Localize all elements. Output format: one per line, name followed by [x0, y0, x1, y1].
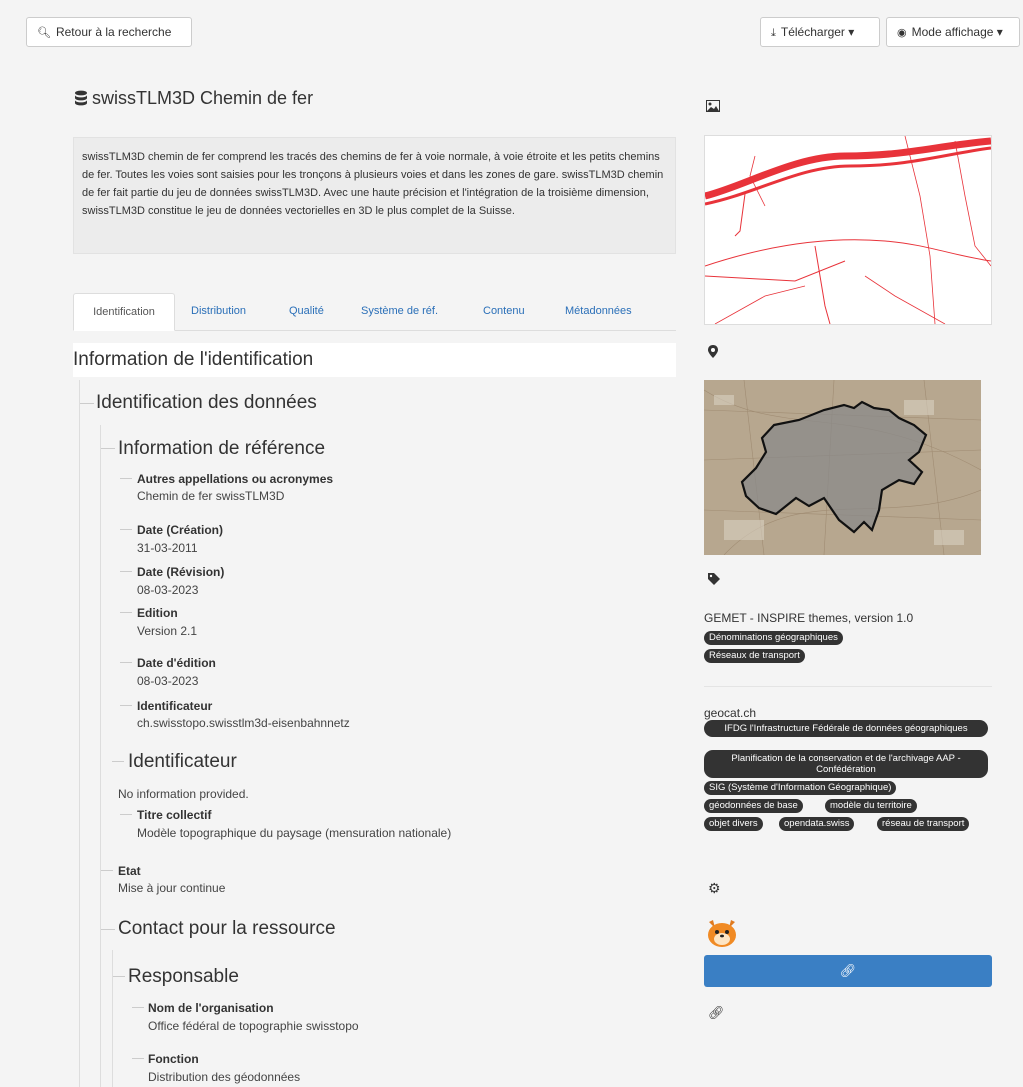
divider: [704, 686, 992, 687]
extent-map[interactable]: [703, 379, 982, 556]
field-value: Office fédéral de topographie swisstopo: [148, 1019, 359, 1033]
keyword-tag[interactable]: objet divers: [704, 817, 763, 831]
section-information-reference: Information de référence: [118, 432, 326, 466]
tree-line: [112, 950, 113, 1087]
database-icon: [75, 90, 87, 106]
tree-dash: [120, 814, 132, 815]
preview-thumbnail[interactable]: [704, 135, 992, 325]
section-identification-donnees: Identification des données: [96, 385, 676, 421]
tree-dash: [101, 448, 115, 449]
keyword-thesaurus-title: geocat.ch: [704, 706, 757, 720]
field-value: ch.swisstopo.swisstlm3d-eisenbahnnetz: [137, 716, 350, 730]
keyword-tag[interactable]: Planification de la conservation et de l…: [704, 750, 988, 778]
link-icon: 🔗︎: [708, 1005, 725, 1020]
back-to-search-button[interactable]: 🔍︎ Retour à la recherche: [26, 17, 192, 47]
tree-dash: [120, 705, 132, 706]
back-to-search-label: Retour à la recherche: [55, 25, 172, 39]
tab-qualite[interactable]: Qualité: [289, 293, 324, 331]
field-value: Mise à jour continue: [118, 881, 226, 895]
link-icon: 🔗︎: [839, 963, 857, 978]
download-label: Télécharger: [780, 25, 845, 39]
field-label: Edition: [137, 606, 178, 620]
section-responsable: Responsable: [128, 960, 239, 994]
display-mode-label: Mode affichage: [911, 25, 994, 39]
field-label: Date (Révision): [137, 565, 225, 579]
tree-dash: [101, 929, 115, 930]
field-value: 08-03-2023: [137, 583, 199, 597]
field-label: Fonction: [148, 1052, 199, 1066]
download-icon: ⤓: [771, 27, 776, 39]
field-label: Etat: [118, 864, 141, 878]
tree-line: [79, 380, 80, 1087]
tab-identification[interactable]: Identification: [73, 293, 175, 331]
tree-dash: [120, 612, 132, 613]
keyword-tag[interactable]: géodonnées de base: [704, 799, 803, 813]
abstract-box: swissTLM3D chemin de fer comprend les tr…: [73, 137, 676, 254]
tree-dash: [112, 761, 124, 762]
keyword-tag[interactable]: SIG (Système d'Information Géographique): [704, 781, 897, 795]
caret-down-icon: ▾: [848, 25, 855, 39]
field-value: Version 2.1: [137, 624, 198, 638]
display-mode-dropdown-button[interactable]: ◉ Mode affichage ▾: [886, 17, 1020, 47]
tree-dash: [132, 1007, 144, 1008]
tree-dash: [101, 870, 113, 871]
tab-metadonnees[interactable]: Métadonnées: [565, 293, 632, 331]
keyword-tag[interactable]: IFDG l'Infrastructure Fédérale de donnée…: [704, 720, 988, 737]
tab-distribution[interactable]: Distribution: [191, 293, 246, 331]
caret-down-icon: ▾: [996, 25, 1003, 39]
field-label: Date (Création): [137, 523, 224, 537]
field-value: 08-03-2023: [137, 674, 199, 688]
tab-systeme-ref[interactable]: Système de réf.: [361, 293, 438, 331]
tree-dash: [132, 1058, 144, 1059]
section-information-identification: Information de l'identification: [73, 343, 676, 377]
map-marker-icon: [708, 345, 718, 361]
tab-bar: Identification Distribution Qualité Syst…: [73, 293, 676, 331]
tree-dash: [120, 478, 132, 479]
tree-dash: [120, 662, 132, 663]
field-label: Autres appellations ou acronymes: [137, 472, 334, 486]
tree-dash: [120, 529, 132, 530]
tree-line: [100, 425, 101, 1087]
no-information-text: No information provided.: [118, 787, 249, 801]
catalog-logo: [705, 918, 739, 951]
image-icon: [706, 100, 720, 115]
record-title-text: swissTLM3D Chemin de fer: [92, 88, 314, 108]
keyword-tag[interactable]: Réseaux de transport: [704, 649, 805, 663]
tree-dash: [120, 571, 132, 572]
keyword-tag[interactable]: Dénominations géographiques: [704, 631, 843, 645]
tree-dash: [113, 976, 125, 977]
field-value: 31-03-2011: [137, 541, 198, 555]
field-value: Distribution des géodonnées: [148, 1070, 301, 1084]
record-title: swissTLM3D Chemin de fer: [74, 88, 313, 109]
tree-dash: [80, 403, 94, 404]
keyword-thesaurus-title: GEMET - INSPIRE themes, version 1.0: [704, 611, 914, 625]
search-icon: 🔍︎: [37, 27, 51, 39]
download-dropdown-button[interactable]: ⤓ Télécharger ▾: [760, 17, 880, 47]
field-value: Modèle topographique du paysage (mensura…: [137, 826, 452, 840]
tag-icon: [708, 573, 720, 588]
section-contact-ressource: Contact pour la ressource: [118, 912, 336, 946]
link-button[interactable]: 🔗︎: [704, 955, 992, 987]
field-label: Identificateur: [137, 699, 213, 713]
tab-contenu[interactable]: Contenu: [483, 293, 525, 331]
gear-icon: ⚙: [708, 880, 721, 896]
field-value: Chemin de fer swissTLM3D: [137, 489, 285, 503]
eye-icon: ◉: [897, 27, 907, 39]
field-label: Date d'édition: [137, 656, 216, 670]
field-label: Titre collectif: [137, 808, 212, 822]
keyword-tag[interactable]: réseau de transport: [877, 817, 970, 831]
keyword-tag[interactable]: modèle du territoire: [825, 799, 917, 813]
keyword-tag[interactable]: opendata.swiss: [779, 817, 855, 831]
section-identificateur: Identificateur: [128, 745, 237, 779]
field-label: Nom de l'organisation: [148, 1001, 274, 1015]
